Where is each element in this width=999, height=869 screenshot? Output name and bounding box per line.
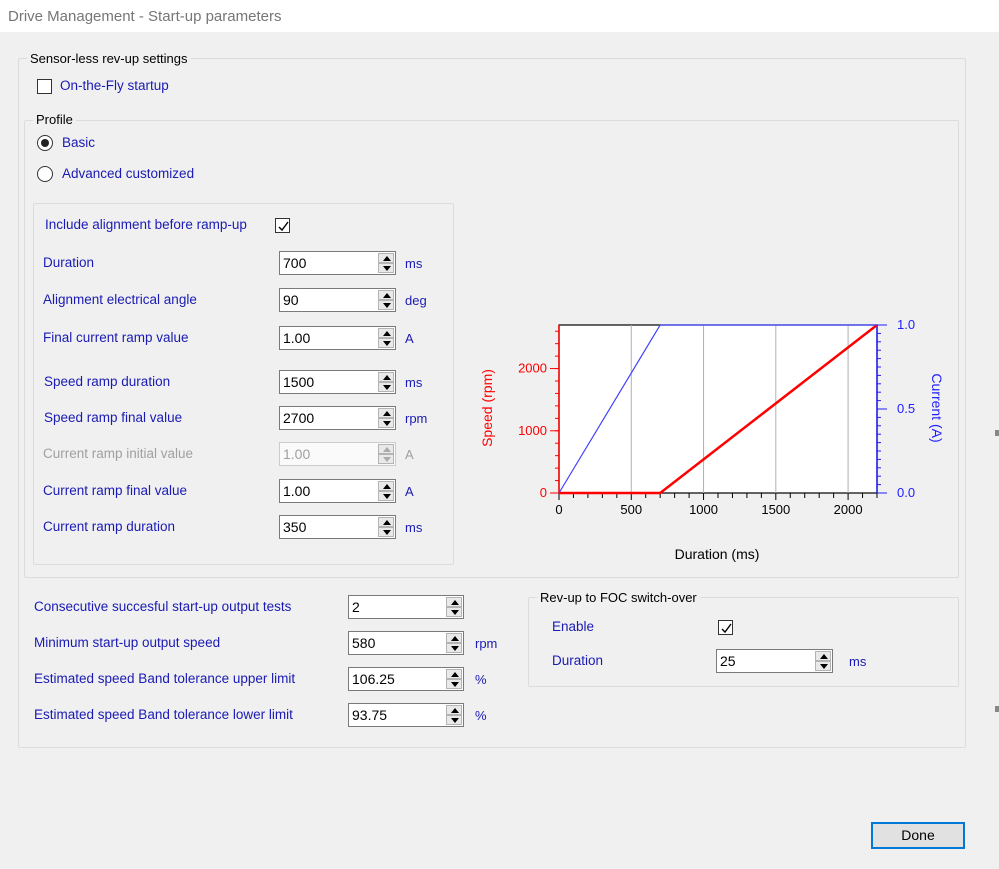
profile-advanced-radio[interactable]: [37, 166, 53, 182]
chart-y2-tick-label: 0.5: [897, 401, 915, 416]
foc-duration-label: Duration: [552, 653, 604, 668]
band-upper-label: Estimated speed Band tolerance upper lim…: [34, 671, 296, 686]
resize-edge-mark: [995, 706, 999, 712]
window-title: Drive Management - Start-up parameters: [8, 8, 282, 25]
speed-ramp-final-label: Speed ramp final value: [44, 410, 183, 425]
foc-switch-group-title: Rev-up to FOC switch-over: [537, 590, 700, 605]
spin-up-button[interactable]: [378, 481, 394, 491]
spin-down-button[interactable]: [378, 491, 394, 501]
spin-down-button[interactable]: [446, 643, 462, 653]
spin-down-button[interactable]: [378, 418, 394, 428]
current-ramp-duration-unit: ms: [405, 520, 423, 535]
on-the-fly-checkbox[interactable]: [37, 79, 52, 94]
speed-ramp-duration-input[interactable]: 1500: [279, 370, 396, 394]
chart-x-tick-label: 0: [555, 502, 562, 517]
on-the-fly-label: On-the-Fly startup: [60, 78, 169, 93]
done-button[interactable]: Done: [871, 822, 965, 849]
current-ramp-final-unit: A: [405, 484, 414, 499]
spin-up-button[interactable]: [815, 651, 831, 661]
duration-input[interactable]: 700: [279, 251, 396, 275]
chart-x-tick-label: 1000: [689, 502, 718, 517]
band-lower-unit: %: [475, 708, 487, 723]
current-ramp-duration-label: Current ramp duration: [43, 519, 176, 534]
duration-unit: ms: [405, 256, 423, 271]
min-output-speed-unit: rpm: [475, 636, 498, 651]
current-ramp-final-label: Current ramp final value: [43, 483, 188, 498]
chart-y-axis-label: Speed (rpm): [479, 369, 495, 447]
spin-down-button[interactable]: [446, 679, 462, 689]
spin-up-button[interactable]: [446, 669, 462, 679]
resize-edge-mark: [995, 430, 999, 436]
title-bar: Drive Management - Start-up parameters: [0, 0, 999, 33]
spin-down-button[interactable]: [378, 263, 394, 273]
foc-enable-label: Enable: [552, 619, 595, 634]
spin-down-button[interactable]: [446, 715, 462, 725]
profile-advanced-label: Advanced customized: [62, 166, 195, 181]
duration-label: Duration: [43, 255, 95, 270]
chart-y-tick-label: 0: [540, 485, 547, 500]
chart-y2-axis-label: Current (A): [929, 373, 945, 442]
spin-up-button[interactable]: [446, 633, 462, 643]
chart-y-tick-label: 1000: [518, 423, 547, 438]
alignment-angle-input[interactable]: 90: [279, 288, 396, 312]
spin-up-button[interactable]: [378, 290, 394, 300]
foc-enable-checkbox[interactable]: [718, 620, 733, 635]
spin-up-button[interactable]: [378, 372, 394, 382]
final-current-ramp-input[interactable]: 1.00: [279, 326, 396, 350]
speed-ramp-final-unit: rpm: [405, 411, 428, 426]
min-output-speed-label: Minimum start-up output speed: [34, 635, 221, 650]
speed-ramp-duration-unit: ms: [405, 375, 423, 390]
final-current-ramp-label: Final current ramp value: [43, 330, 189, 345]
foc-switch-group: [528, 597, 959, 687]
spin-down-button[interactable]: [378, 527, 394, 537]
chart-y2-tick-label: 0.0: [897, 485, 915, 500]
spin-up-button[interactable]: [378, 517, 394, 527]
current-ramp-initial-label: Current ramp initial value: [43, 446, 194, 461]
foc-duration-input[interactable]: 25: [716, 649, 833, 673]
spin-up-button[interactable]: [446, 597, 462, 607]
spin-up-button[interactable]: [378, 253, 394, 263]
spin-down-button[interactable]: [378, 382, 394, 392]
chart-y2-tick-label: 1.0: [897, 317, 915, 332]
final-current-ramp-unit: A: [405, 331, 414, 346]
startup-profile-chart: 0 500 1000 1500 2000 0 1000 2000 0.0 0.5 1.0 Durat…: [479, 317, 945, 562]
speed-ramp-final-input[interactable]: 2700: [279, 406, 396, 430]
include-alignment-checkbox[interactable]: [275, 218, 290, 233]
alignment-angle-label: Alignment electrical angle: [43, 292, 197, 307]
spin-up-button[interactable]: [378, 328, 394, 338]
consecutive-tests-input[interactable]: 2: [348, 595, 464, 619]
alignment-angle-unit: deg: [405, 293, 427, 308]
min-output-speed-input[interactable]: 580: [348, 631, 464, 655]
chart-x-axis-label: Duration (ms): [675, 546, 760, 562]
spin-down-button[interactable]: [378, 338, 394, 348]
current-ramp-final-input[interactable]: 1.00: [279, 479, 396, 503]
profile-group-title: Profile: [33, 112, 76, 127]
spin-down-button[interactable]: [815, 661, 831, 671]
band-lower-label: Estimated speed Band tolerance lower lim…: [34, 707, 293, 722]
include-alignment-label: Include alignment before ramp-up: [45, 217, 247, 232]
spin-up-button[interactable]: [446, 705, 462, 715]
consecutive-tests-label: Consecutive succesful start-up output te…: [34, 599, 292, 614]
band-upper-unit: %: [475, 672, 487, 687]
chart-x-tick-label: 2000: [834, 502, 863, 517]
spin-up-button: [378, 444, 394, 454]
current-ramp-initial-unit: A: [405, 447, 414, 462]
spin-down-button[interactable]: [378, 300, 394, 310]
foc-duration-unit: ms: [849, 654, 867, 669]
sensorless-group-title: Sensor-less rev-up settings: [27, 51, 191, 66]
profile-basic-radio[interactable]: [37, 135, 53, 151]
spin-down-button: [378, 454, 394, 464]
band-upper-input[interactable]: 106.25: [348, 667, 464, 691]
chart-plot-area: [558, 324, 878, 494]
spin-up-button[interactable]: [378, 408, 394, 418]
current-ramp-initial-input: 1.00: [279, 442, 396, 466]
profile-basic-label: Basic: [62, 135, 96, 150]
spin-down-button[interactable]: [446, 607, 462, 617]
chart-x-tick-label: 500: [620, 502, 642, 517]
speed-ramp-duration-label: Speed ramp duration: [44, 374, 171, 389]
chart-y-tick-label: 2000: [518, 361, 547, 376]
band-lower-input[interactable]: 93.75: [348, 703, 464, 727]
chart-x-tick-label: 1500: [761, 502, 790, 517]
current-ramp-duration-input[interactable]: 350: [279, 515, 396, 539]
